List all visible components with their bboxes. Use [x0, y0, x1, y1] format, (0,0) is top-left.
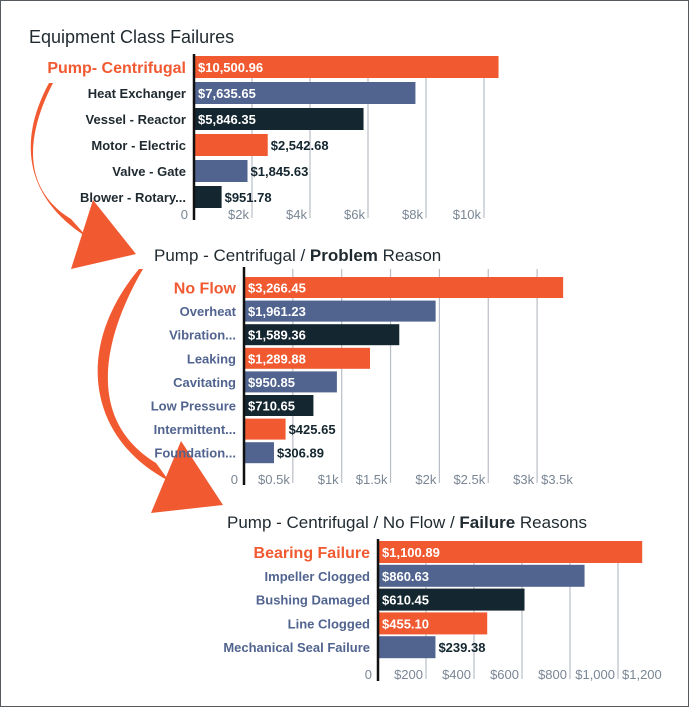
- bar-value-label: $1,100.89: [382, 545, 440, 560]
- x-tick-label: $2k: [415, 472, 436, 487]
- category-label[interactable]: Intermittent...: [154, 422, 236, 437]
- highlighted-category-label[interactable]: Bearing Failure: [254, 545, 371, 562]
- x-tick-label: $200: [394, 667, 423, 682]
- x-tick-label: $1,200: [622, 667, 662, 682]
- bar-value-label: $306.89: [277, 446, 324, 461]
- chart-3: Pump - Centrifugal / No Flow / Failure R…: [223, 513, 661, 682]
- x-tick-label: $400: [442, 667, 471, 682]
- category-label[interactable]: Foundation...: [154, 446, 236, 461]
- chart-title-part: Failure: [459, 513, 515, 532]
- x-tick-label: $1k: [318, 472, 339, 487]
- drilldown-charts: Equipment Class Failures $10,500.96 Pump- …: [29, 27, 662, 682]
- bar[interactable]: [244, 418, 286, 440]
- arrow-head: [71, 200, 136, 269]
- bar-value-label: $1,845.63: [251, 164, 309, 179]
- bar-value-label: $3,266.45: [248, 281, 306, 296]
- chart-1: Equipment Class Failures $10,500.96 Pump- …: [29, 27, 499, 222]
- chart-title-part: Problem: [310, 246, 378, 265]
- bar-value-label: $239.38: [438, 640, 485, 655]
- x-tick-label: $3.5k: [541, 472, 573, 487]
- bar[interactable]: [194, 186, 222, 208]
- x-tick-label: 0: [181, 207, 188, 222]
- category-label[interactable]: Heat Exchanger: [88, 86, 186, 101]
- chart-title: Pump - Centrifugal / No Flow / Failure R…: [227, 513, 587, 532]
- x-tick-label: 0: [231, 472, 238, 487]
- chart-title-part: Pump - Centrifugal / No Flow /: [227, 513, 459, 532]
- arrow-shaft: [30, 83, 87, 237]
- category-label[interactable]: Vessel - Reactor: [86, 112, 186, 127]
- category-label[interactable]: Impeller Clogged: [265, 569, 371, 584]
- category-label[interactable]: Overheat: [180, 304, 237, 319]
- bar-value-label: $610.45: [382, 593, 429, 608]
- x-tick-label: $4k: [286, 207, 307, 222]
- x-tick-label: $3k: [513, 472, 534, 487]
- bar-value-label: $1,961.23: [248, 304, 306, 319]
- bar-value-label: $1,589.36: [248, 328, 306, 343]
- category-label[interactable]: Low Pressure: [151, 399, 236, 414]
- bar-value-label: $2,542.68: [271, 138, 329, 153]
- chart-title: Equipment Class Failures: [29, 27, 234, 47]
- bar-value-label: $950.85: [248, 375, 295, 390]
- bar-value-label: $425.65: [289, 422, 336, 437]
- x-tick-label: $10k: [453, 207, 482, 222]
- drilldown-figure: Equipment Class Failures $10,500.96 Pump- …: [0, 0, 689, 707]
- chart-title-part: Reason: [378, 246, 441, 265]
- bar-value-label: $455.10: [382, 616, 429, 631]
- highlighted-category-label[interactable]: Pump- Centrifugal: [47, 60, 186, 77]
- category-label[interactable]: Motor - Electric: [91, 138, 186, 153]
- bar-value-label: $5,846.35: [198, 112, 256, 127]
- bar-value-label: $1,289.88: [248, 351, 306, 366]
- bar[interactable]: [194, 160, 248, 182]
- bar-value-label: $7,635.65: [198, 86, 256, 101]
- x-tick-label: $2.5k: [453, 472, 485, 487]
- category-label[interactable]: Leaking: [187, 351, 236, 366]
- x-tick-label: $8k: [402, 207, 423, 222]
- bar-value-label: $951.78: [225, 190, 272, 205]
- category-label[interactable]: Line Clogged: [288, 616, 370, 631]
- category-label[interactable]: Valve - Gate: [112, 164, 186, 179]
- category-label[interactable]: Mechanical Seal Failure: [223, 640, 370, 655]
- bar-value-label: $710.65: [248, 399, 295, 414]
- x-tick-label: $600: [490, 667, 519, 682]
- bar[interactable]: [194, 134, 268, 156]
- bar-value-label: $860.63: [382, 569, 429, 584]
- chart-title: Pump - Centrifugal / Problem Reason: [154, 246, 441, 265]
- x-tick-label: $2k: [228, 207, 249, 222]
- chart-title-part: Pump - Centrifugal /: [154, 246, 310, 265]
- x-tick-label: $1.5k: [356, 472, 388, 487]
- chart-title-part: Reasons: [515, 513, 587, 532]
- bar[interactable]: [378, 636, 436, 659]
- x-tick-label: 0: [365, 667, 372, 682]
- x-tick-label: $0.5k: [258, 472, 290, 487]
- category-label[interactable]: Cavitating: [173, 375, 236, 390]
- chart-2: Pump - Centrifugal / Problem Reason $3,26…: [151, 246, 574, 487]
- category-label[interactable]: Blower - Rotary...: [80, 190, 186, 205]
- x-tick-label: $1,000: [575, 667, 615, 682]
- highlighted-category-label[interactable]: No Flow: [174, 281, 237, 298]
- category-label[interactable]: Bushing Damaged: [256, 593, 370, 608]
- bar[interactable]: [244, 442, 274, 464]
- x-tick-label: $6k: [344, 207, 365, 222]
- category-label[interactable]: Vibration...: [169, 328, 236, 343]
- chart-title-part: Equipment Class Failures: [29, 27, 234, 47]
- x-tick-label: $800: [538, 667, 567, 682]
- bar-value-label: $10,500.96: [198, 60, 263, 75]
